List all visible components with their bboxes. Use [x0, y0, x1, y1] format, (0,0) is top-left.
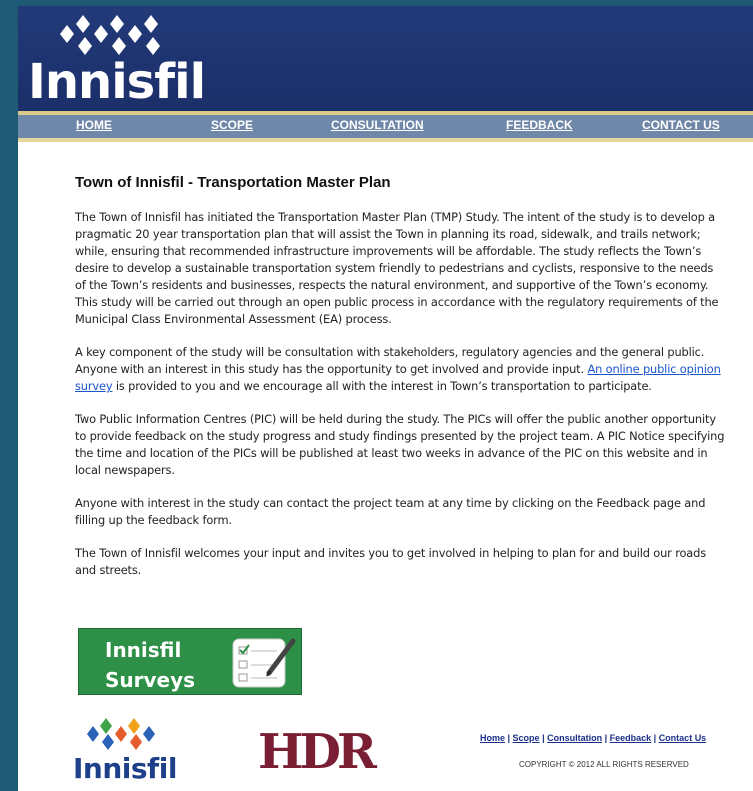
nav-scope[interactable]: SCOPE	[211, 118, 253, 132]
feedback-paragraph: Anyone with interest in the study can co…	[75, 496, 706, 527]
copyright-text: COPYRIGHT © 2012 ALL RIGHTS RESERVED	[519, 760, 689, 769]
footer-link-home[interactable]: Home	[480, 733, 505, 743]
innisfil-logo-mark-icon	[60, 15, 160, 55]
footer-link-scope[interactable]: Scope	[513, 733, 540, 743]
main-content: Town of Innisfil - Transportation Master…	[75, 174, 725, 595]
hdr-logo: HDR	[258, 724, 377, 780]
nav-feedback[interactable]: FEEDBACK	[506, 118, 573, 132]
survey-banner-line1: Innisfil	[105, 638, 182, 662]
page-title: Town of Innisfil - Transportation Master…	[75, 174, 391, 191]
footer-link-contact-us[interactable]: Contact Us	[659, 733, 707, 743]
survey-banner-line2: Surveys	[105, 668, 196, 692]
nav-home[interactable]: HOME	[76, 118, 112, 132]
intro-paragraph: The Town of Innisfil has initiated the T…	[75, 210, 719, 326]
footer-link-consultation[interactable]: Consultation	[547, 733, 602, 743]
nav-consultation[interactable]: CONSULTATION	[331, 118, 424, 132]
main-nav: HOME SCOPE CONSULTATION FEEDBACK CONTACT…	[18, 115, 753, 138]
site-logo-text[interactable]: Innisfil	[28, 54, 206, 110]
pic-paragraph: Two Public Information Centres (PIC) wil…	[75, 412, 725, 477]
checklist-icon	[232, 638, 296, 688]
footer-logo-text: Innisfil	[73, 752, 177, 785]
site-header: Innisfil	[18, 6, 753, 111]
consultation-paragraph: A key component of the study will be con…	[75, 344, 725, 395]
survey-banner-text: Innisfil Surveys	[105, 635, 195, 695]
footer-link-feedback[interactable]: Feedback	[610, 733, 652, 743]
innisfil-surveys-banner[interactable]: Innisfil Surveys	[78, 628, 302, 695]
nav-contact-us[interactable]: CONTACT US	[642, 118, 720, 132]
page-container: Innisfil HOME SCOPE CONSULTATION FEEDBAC…	[18, 6, 753, 791]
closing-paragraph: The Town of Innisfil welcomes your input…	[75, 546, 706, 577]
footer-links: Home | Scope | Consultation | Feedback |…	[480, 733, 707, 743]
footer-logo-mark-icon	[87, 718, 155, 750]
nav-divider	[18, 138, 753, 142]
consultation-text-after: is provided to you and we encourage all …	[112, 379, 652, 393]
